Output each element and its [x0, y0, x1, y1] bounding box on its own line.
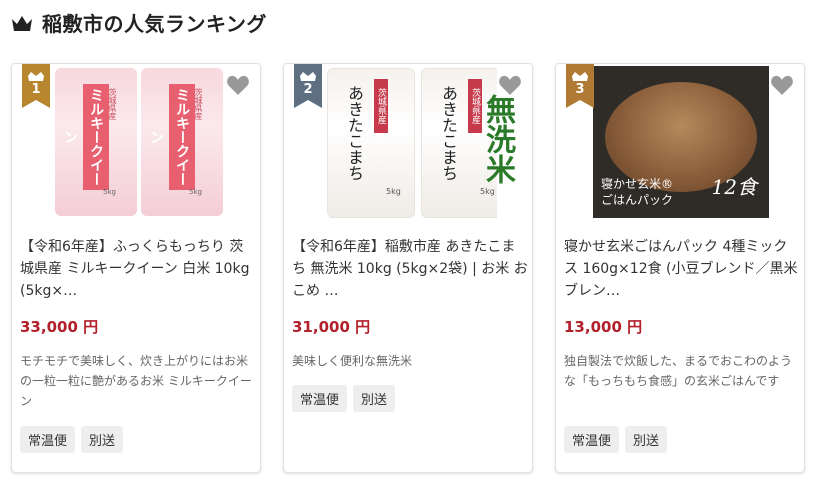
product-image[interactable]: ミルキークイーン 茨城県産 5kg ミルキークイーン 茨城県産 5kg [49, 66, 225, 218]
rank-number: 3 [575, 82, 585, 97]
musenmai-badge: 無洗米 [480, 94, 515, 184]
product-description: 独自製法で炊飯した、まるでおこわのような「もっちもち食感」の玄米ごはんです [564, 354, 793, 388]
product-price: 13,000 円 [564, 318, 643, 336]
product-image[interactable]: 寝かせ玄米® ごはんパック 12食 [593, 66, 769, 218]
product-name[interactable]: 【令和6年産】稲敷市産 あきたこまち 無洗米 10kg (5kg×2袋) | お… [292, 236, 528, 302]
product-card-1[interactable]: ミルキークイーン 茨城県産 5kg ミルキークイーン 茨城県産 5kg 1 【令… [11, 63, 261, 473]
ranking-title: 稲敷市の人気ランキング [42, 12, 267, 36]
product-description: 美味しく便利な無洗米 [292, 354, 413, 368]
product-name[interactable]: 【令和6年産】ふっくらもっちり 茨城県産 ミルキークイーン 白米 10kg (5… [20, 236, 256, 302]
favorite-heart-icon[interactable] [226, 74, 250, 96]
rice-bag-image: ミルキークイーン 茨城県産 5kg [141, 68, 223, 216]
rank-number: 2 [303, 82, 313, 97]
shipping-tags: 常温便 別送 [292, 385, 396, 412]
rice-bowl-image: 寝かせ玄米® ごはんパック 12食 [593, 66, 769, 218]
rank-badge: 3 [566, 64, 594, 108]
product-card-2[interactable]: あきたこまち 茨城県産 5kg あきたこまち 茨城県産 5kg 無洗米 2 【令… [283, 63, 533, 473]
tag-room-temp: 常温便 [564, 426, 620, 453]
product-card-3[interactable]: 寝かせ玄米® ごはんパック 12食 3 寝かせ玄米ごはんパック 4種ミックス 1… [555, 63, 805, 473]
rank-badge: 1 [22, 64, 50, 108]
rice-bag-image: ミルキークイーン 茨城県産 5kg [55, 68, 137, 216]
favorite-heart-icon[interactable] [770, 74, 794, 96]
shipping-tags: 常温便 別送 [20, 426, 124, 453]
shipping-tags: 常温便 別送 [564, 426, 668, 453]
crown-icon [12, 15, 32, 31]
rank-badge: 2 [294, 64, 322, 108]
tag-separate: 別送 [625, 426, 668, 453]
product-name[interactable]: 寝かせ玄米ごはんパック 4種ミックス 160g×12食 (小豆ブレンド／黒米ブレ… [564, 236, 800, 302]
rank-number: 1 [31, 82, 41, 97]
tag-room-temp: 常温便 [20, 426, 76, 453]
ranking-header: 稲敷市の人気ランキング [10, 8, 267, 37]
product-description: モチモチで美味しく、炊き上がりにはお米の一粒一粒に艶があるお米 ミルキークイーン [20, 354, 252, 408]
product-image[interactable]: あきたこまち 茨城県産 5kg あきたこまち 茨城県産 5kg [321, 66, 497, 218]
favorite-heart-icon[interactable] [498, 74, 522, 96]
product-price: 33,000 円 [20, 318, 99, 336]
product-price: 31,000 円 [292, 318, 371, 336]
tag-separate: 別送 [81, 426, 124, 453]
rice-bag-image: あきたこまち 茨城県産 5kg [327, 68, 415, 218]
tag-separate: 別送 [353, 385, 396, 412]
tag-room-temp: 常温便 [292, 385, 348, 412]
